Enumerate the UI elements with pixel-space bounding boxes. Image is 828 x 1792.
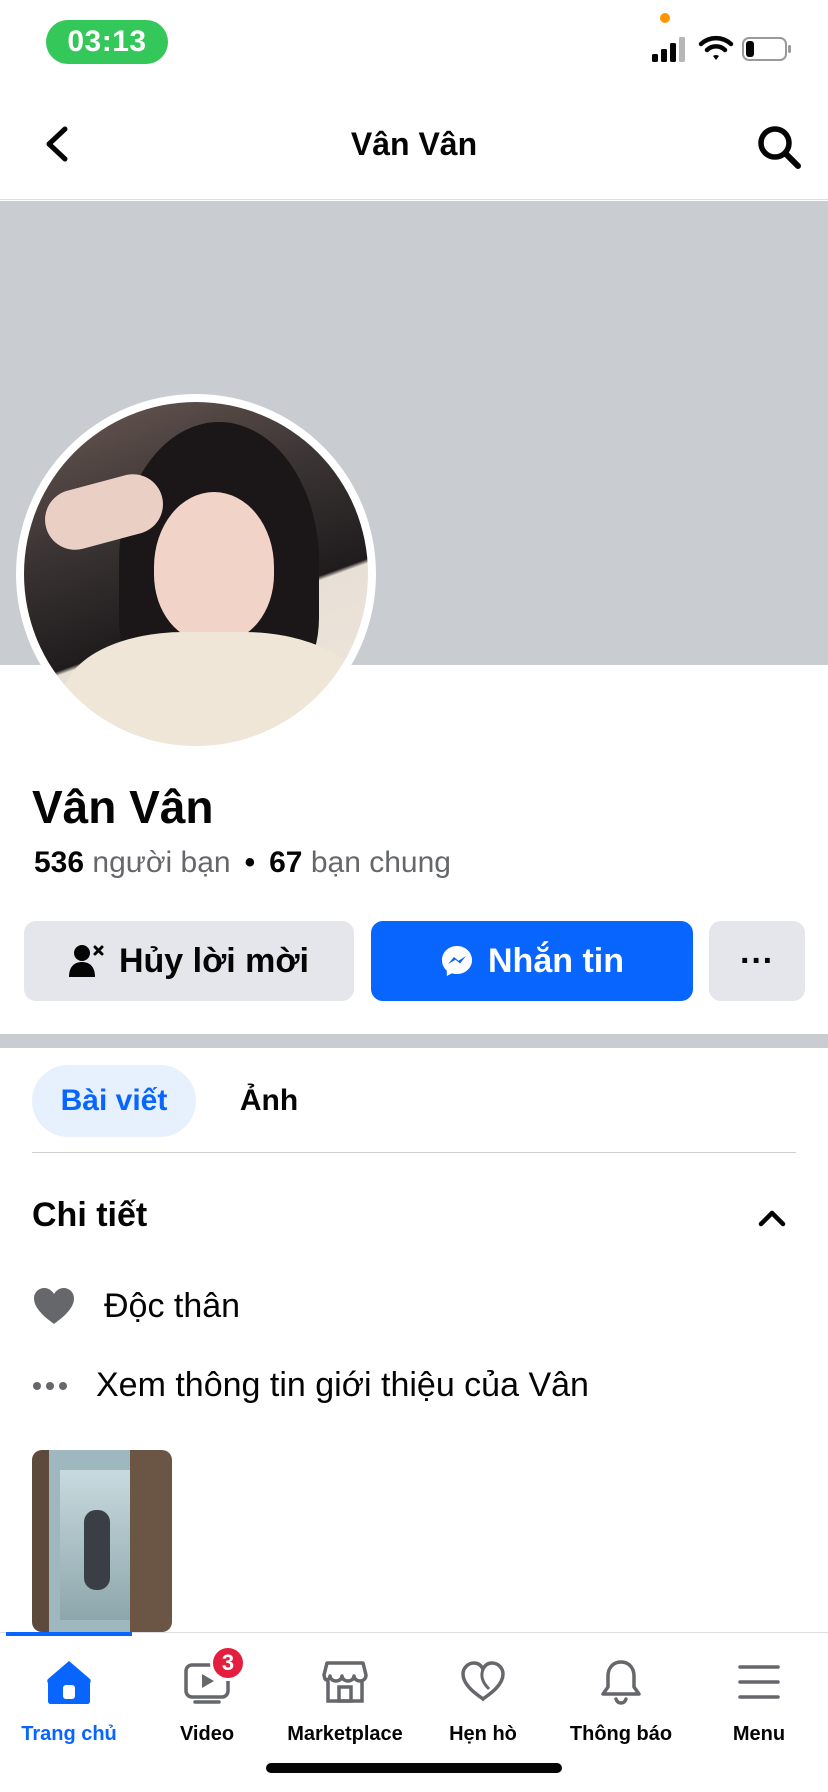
more-dots-label: ···	[740, 941, 774, 980]
heart-icon	[32, 1286, 104, 1326]
mutual-friends-label[interactable]: bạn chung	[311, 846, 451, 879]
dating-heart-icon	[456, 1655, 510, 1709]
bell-icon	[594, 1655, 648, 1709]
search-icon[interactable]	[756, 124, 802, 170]
cancel-request-label: Hủy lời mời	[118, 941, 310, 980]
relationship-status-text: Độc thân	[104, 1286, 241, 1325]
nav-dating-label: Hẹn hò	[449, 1723, 517, 1745]
featured-photo-thumbnail[interactable]	[32, 1450, 172, 1632]
page-title: Vân Vân	[350, 126, 478, 162]
details-heading: Chi tiết	[32, 1196, 148, 1234]
nav-notifications[interactable]: Thông báo	[552, 1655, 690, 1765]
video-icon: 3	[180, 1645, 246, 1709]
nav-home-label: Trang chủ	[21, 1723, 117, 1745]
video-notification-badge: 3	[210, 1645, 246, 1681]
wifi-icon	[698, 35, 734, 60]
profile-header: Vân Vân	[0, 90, 828, 200]
privacy-indicator-dot	[660, 13, 670, 23]
nav-video[interactable]: 3 Video	[138, 1645, 276, 1765]
section-divider	[0, 1034, 828, 1048]
nav-dating[interactable]: Hẹn hò	[414, 1655, 552, 1765]
friends-count[interactable]: 536	[34, 846, 84, 879]
mutual-friends-count[interactable]: 67	[269, 846, 302, 879]
see-intro-link[interactable]: Xem thông tin giới thiệu của Vân	[32, 1366, 589, 1405]
cancel-friend-request-button[interactable]: Hủy lời mời	[24, 921, 354, 1001]
profile-name: Vân Vân	[32, 781, 214, 833]
friend-stats: 536 người bạn • 67 bạn chung	[34, 846, 451, 880]
tab-posts[interactable]: Bài viết	[32, 1065, 196, 1137]
cellular-signal-icon	[652, 37, 685, 62]
ellipsis-icon	[32, 1381, 96, 1391]
avatar-image	[24, 402, 368, 746]
message-button[interactable]: Nhắn tin	[371, 921, 693, 1001]
home-icon	[42, 1655, 96, 1709]
person-remove-icon	[68, 944, 105, 978]
chevron-up-icon[interactable]	[756, 1202, 788, 1234]
nav-video-label: Video	[179, 1723, 235, 1745]
battery-icon	[742, 37, 791, 61]
stats-separator: •	[244, 846, 256, 879]
messenger-icon	[440, 944, 474, 978]
marketplace-icon	[318, 1655, 372, 1709]
status-bar: 03:13	[0, 0, 828, 90]
nav-marketplace[interactable]: Marketplace	[276, 1655, 414, 1765]
message-label: Nhắn tin	[488, 941, 624, 980]
more-options-button[interactable]: ···	[709, 921, 805, 1001]
nav-home[interactable]: Trang chủ	[0, 1655, 138, 1765]
active-tab-indicator	[6, 1632, 132, 1636]
profile-avatar[interactable]	[16, 394, 376, 754]
nav-notifications-label: Thông báo	[569, 1723, 673, 1745]
see-intro-text: Xem thông tin giới thiệu của Vân	[96, 1366, 589, 1404]
tabs-divider	[32, 1152, 796, 1153]
nav-menu[interactable]: Menu	[690, 1655, 828, 1765]
tab-photos[interactable]: Ảnh	[224, 1065, 314, 1137]
nav-menu-label: Menu	[732, 1723, 786, 1745]
home-indicator[interactable]	[266, 1763, 562, 1773]
status-time: 03:13	[46, 20, 168, 64]
relationship-status-row: Độc thân	[32, 1286, 240, 1326]
hamburger-menu-icon	[732, 1655, 786, 1709]
friends-label[interactable]: người bạn	[92, 846, 230, 879]
nav-marketplace-label: Marketplace	[287, 1723, 403, 1745]
